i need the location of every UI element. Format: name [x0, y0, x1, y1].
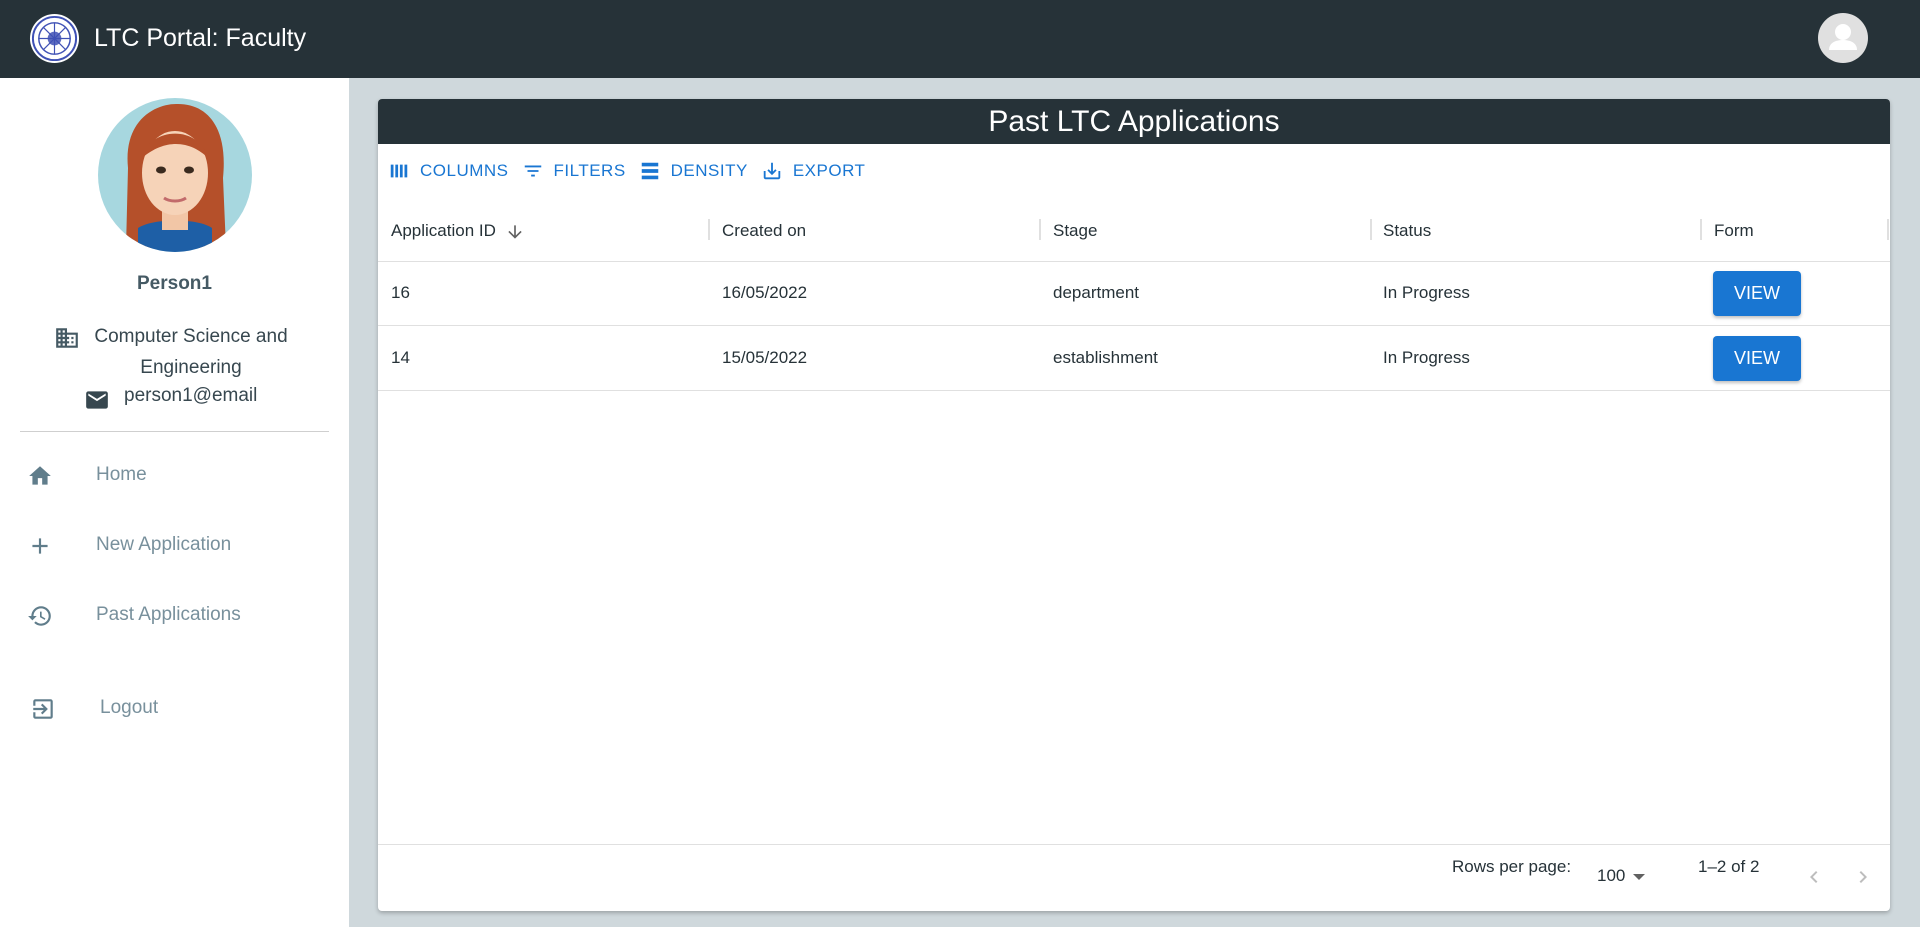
previous-page-icon[interactable] [1802, 865, 1826, 889]
sidebar-item-new-application[interactable]: New Application [0, 517, 349, 575]
table-row[interactable]: 14 15/05/2022 establishment In Progress … [378, 326, 1890, 391]
rows-per-page-value: 100 [1597, 866, 1626, 885]
density-button[interactable]: DENSITY [639, 160, 748, 182]
sidebar-divider [20, 431, 329, 432]
profile-department: Computer Science and Engineering [40, 321, 310, 383]
sidebar-item-past-applications[interactable]: Past Applications [0, 587, 349, 645]
columns-label: COLUMNS [420, 161, 509, 180]
next-page-icon[interactable] [1851, 865, 1875, 889]
column-header-stage[interactable]: Stage [1053, 200, 1097, 261]
past-applications-card: Past LTC Applications COLUMNS FILTERS DE… [378, 99, 1890, 911]
column-header-status[interactable]: Status [1383, 200, 1431, 261]
download-icon [763, 162, 781, 180]
table-row[interactable]: 16 16/05/2022 department In Progress VIE… [378, 261, 1890, 326]
profile-name: Person1 [137, 273, 212, 294]
pagination-range: 1–2 of 2 [1698, 857, 1760, 876]
view-button[interactable]: VIEW [1713, 271, 1801, 316]
cell-application-id: 16 [391, 283, 410, 302]
email-text: person1@email [124, 385, 258, 406]
account-button[interactable] [1818, 13, 1868, 63]
export-label: EXPORT [792, 161, 866, 180]
dropdown-arrow-icon [1633, 873, 1646, 880]
sort-descending-icon[interactable] [505, 222, 525, 242]
export-button[interactable]: EXPORT [761, 160, 866, 182]
filters-label: FILTERS [553, 161, 626, 180]
cell-stage: establishment [1053, 348, 1158, 367]
table-header: Application ID Created on Stage Status F… [378, 200, 1890, 262]
column-separator[interactable] [1700, 219, 1702, 240]
sidebar: Person1 Computer Science and Engineering… [0, 78, 349, 927]
cell-stage: department [1053, 283, 1139, 302]
column-separator[interactable] [1887, 219, 1889, 240]
plus-icon [32, 538, 48, 554]
mail-icon [86, 391, 108, 409]
sidebar-item-label: Past Applications [96, 604, 241, 625]
density-label: DENSITY [670, 161, 748, 180]
history-icon [28, 606, 51, 626]
cell-status: In Progress [1383, 348, 1470, 367]
column-header-label: Application ID [391, 221, 496, 240]
building-icon [56, 328, 78, 348]
density-icon [641, 162, 658, 180]
table-footer: Rows per page: 100 1–2 of 2 [378, 844, 1890, 911]
column-header-created-on[interactable]: Created on [722, 200, 806, 261]
app-title: LTC Portal: Faculty [94, 24, 307, 52]
logout-icon [33, 699, 53, 719]
column-separator[interactable] [1039, 219, 1041, 240]
app-bar: LTC Portal: Faculty [0, 0, 1920, 78]
cell-created-on: 15/05/2022 [722, 348, 808, 367]
column-header-form[interactable]: Form [1714, 200, 1754, 261]
institute-logo [29, 13, 80, 64]
view-button[interactable]: VIEW [1713, 336, 1801, 381]
rows-per-page-select[interactable]: 100 [1597, 866, 1646, 886]
cell-application-id: 14 [391, 348, 410, 367]
sidebar-item-label: Home [96, 464, 147, 485]
card-title: Past LTC Applications [378, 99, 1890, 144]
avatar [98, 98, 252, 252]
column-header-application-id[interactable]: Application ID [391, 200, 525, 261]
cell-status: In Progress [1383, 283, 1470, 302]
columns-icon [390, 164, 408, 178]
sidebar-item-home[interactable]: Home [0, 447, 349, 505]
cell-created-on: 16/05/2022 [722, 283, 808, 302]
sidebar-item-label: New Application [96, 534, 232, 555]
filter-icon [524, 165, 541, 177]
home-icon [29, 466, 51, 485]
account-icon [1829, 24, 1857, 50]
filters-button[interactable]: FILTERS [522, 160, 626, 182]
sidebar-item-logout[interactable]: Logout [0, 680, 349, 738]
column-separator[interactable] [1370, 219, 1372, 240]
rows-per-page-label: Rows per page: [1452, 857, 1572, 876]
column-separator[interactable] [708, 219, 710, 240]
department-text: Computer Science and Engineering [94, 326, 288, 378]
grid-toolbar: COLUMNS FILTERS DENSITY EXPORT [388, 159, 878, 183]
sidebar-item-label: Logout [100, 697, 159, 718]
columns-button[interactable]: COLUMNS [388, 160, 509, 182]
